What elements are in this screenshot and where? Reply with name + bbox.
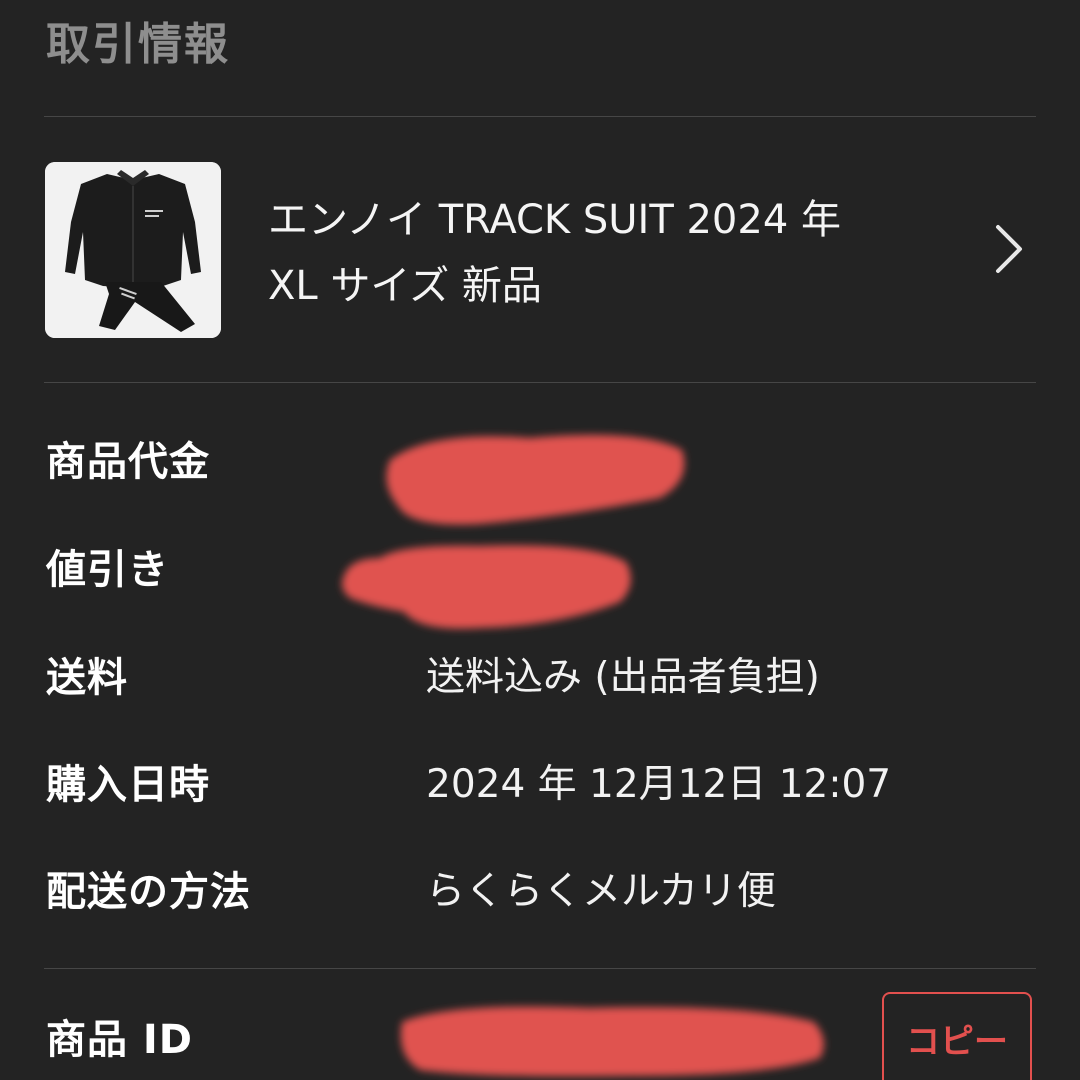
chevron-right-icon[interactable] <box>990 223 1030 275</box>
info-value: 送料込み (出品者負担) <box>426 655 820 700</box>
product-thumbnail[interactable] <box>45 162 221 338</box>
product-title-line1: エンノイ TRACK SUIT 2024 年 <box>268 197 841 243</box>
divider <box>44 968 1036 969</box>
product-row[interactable]: エンノイ TRACK SUIT 2024 年 XL サイズ 新品 <box>0 117 1080 382</box>
transaction-info-page: 取引情報 エンノイ TRACK SUIT 2024 年 XL サイズ 新品 商品… <box>0 0 1080 1080</box>
section-title: 取引情報 <box>46 19 230 70</box>
info-row-shipping-fee: 送料 送料込み (出品者負担) <box>0 638 1080 718</box>
product-title-line2: XL サイズ 新品 <box>268 263 542 309</box>
info-value: らくらくメルカリ便 <box>426 869 776 914</box>
product-title[interactable]: エンノイ TRACK SUIT 2024 年 XL サイズ 新品 <box>268 187 948 319</box>
info-row-shipping-method: 配送の方法 らくらくメルカリ便 <box>0 852 1080 932</box>
info-label: 値引き <box>46 547 169 593</box>
info-row-price: 商品代金 <box>0 422 1080 502</box>
info-row-discount: 値引き <box>0 530 1080 610</box>
copy-button[interactable]: コピー <box>882 992 1032 1080</box>
info-row-purchase-date: 購入日時 2024 年 12月12日 12:07 <box>0 745 1080 825</box>
info-label: 送料 <box>46 655 128 701</box>
info-label: 商品 ID <box>46 1017 194 1063</box>
info-label: 配送の方法 <box>46 869 251 915</box>
divider <box>44 382 1036 383</box>
jacket-image-icon <box>45 162 221 338</box>
info-label: 商品代金 <box>46 439 210 485</box>
info-value: 2024 年 12月12日 12:07 <box>426 762 892 807</box>
info-label: 購入日時 <box>46 762 210 808</box>
